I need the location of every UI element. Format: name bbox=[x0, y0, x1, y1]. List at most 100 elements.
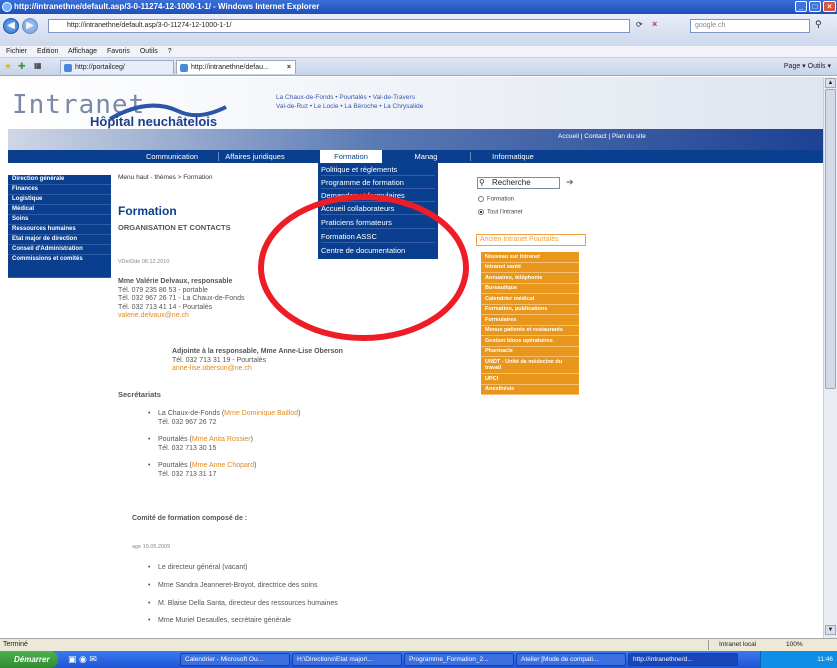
maximize-button[interactable]: □ bbox=[809, 1, 821, 12]
task-atelier[interactable]: Atelier [Mode de compati... bbox=[516, 653, 626, 666]
header-gradient bbox=[8, 129, 823, 150]
link-bureautique[interactable]: Bureautique bbox=[481, 284, 579, 294]
leftnav-direction-generale[interactable]: Direction générale bbox=[8, 175, 111, 185]
task-calendrier[interactable]: Calendrier - Microsoft Ou... bbox=[180, 653, 290, 666]
scroll-down-icon[interactable]: ▼ bbox=[825, 625, 836, 635]
start-button[interactable]: Démarrer bbox=[0, 651, 58, 668]
link-intranet-sante[interactable]: Intranet santé bbox=[481, 263, 579, 273]
scroll-thumb[interactable] bbox=[825, 89, 836, 389]
adjointe-email[interactable]: anne-lise.oberson@ne.ch bbox=[172, 365, 343, 374]
nav-separator bbox=[470, 152, 471, 161]
sites-links[interactable]: La Chaux-de-Fonds • Pourtalès • Val-de-T… bbox=[276, 93, 423, 111]
sites-line-2[interactable]: Val-de-Ruz • Le Locle • La Béroche • La … bbox=[276, 102, 423, 111]
tab-list-icon[interactable]: ▦ bbox=[34, 61, 42, 70]
nav-management[interactable]: Manag bbox=[406, 150, 446, 163]
ancien-intranet-link[interactable]: Ancien Intranet Pourtalès bbox=[476, 234, 586, 246]
sec-person-link[interactable]: Mme Anita Rossier bbox=[192, 436, 251, 443]
top-links[interactable]: Accueil | Contact | Plan du site bbox=[558, 133, 646, 140]
leftnav-ressources-humaines[interactable]: Ressources humaines bbox=[8, 225, 111, 235]
leftnav-commissions[interactable]: Commissions et comités bbox=[8, 255, 111, 278]
radio-formation[interactable]: Formation bbox=[478, 196, 514, 203]
scroll-up-icon[interactable]: ▲ bbox=[825, 78, 836, 88]
responsable-name: Mme Valérie Delvaux, responsable bbox=[118, 278, 233, 285]
favorites-star-icon[interactable]: ★ bbox=[4, 61, 12, 72]
link-nouveau[interactable]: Nouveau sur Intranet bbox=[481, 252, 579, 263]
task-programme[interactable]: Programme_Formation_2... bbox=[404, 653, 514, 666]
leftnav-medical[interactable]: Médical bbox=[8, 205, 111, 215]
menu-help[interactable]: ? bbox=[168, 48, 172, 55]
update-meta: VDe/Dde 08.12.2010 bbox=[118, 259, 170, 265]
refresh-icon[interactable]: ⟳ bbox=[636, 20, 643, 29]
link-calendrier[interactable]: Calendrier médical bbox=[481, 294, 579, 305]
menu-affichage[interactable]: Affichage bbox=[68, 48, 97, 55]
leftnav-logistique[interactable]: Logistique bbox=[8, 195, 111, 205]
dropdown-politique[interactable]: Politique et règlements bbox=[321, 164, 435, 176]
leftnav-soins[interactable]: Soins bbox=[8, 215, 111, 225]
task-ie[interactable]: http://intranethne/d... bbox=[628, 653, 738, 666]
radio-circle bbox=[478, 209, 484, 215]
breadcrumb[interactable]: Menu haut - thèmes > Formation bbox=[118, 174, 212, 181]
search-go-arrow-icon[interactable]: ➔ bbox=[566, 177, 574, 188]
link-blocs[interactable]: Gestion blocs opératoires bbox=[481, 336, 579, 347]
link-anesthesie[interactable]: Anesthésie bbox=[481, 385, 579, 395]
comite-item: Le directeur général (vacant) bbox=[148, 564, 248, 573]
link-upci[interactable]: UPCI bbox=[481, 374, 579, 385]
nav-formation[interactable]: Formation bbox=[320, 150, 382, 163]
menu-favoris[interactable]: Favoris bbox=[107, 48, 130, 55]
window-titlebar: http://intranethne/default.asp/3-0-11274… bbox=[0, 0, 837, 14]
dropdown-accueil[interactable]: Accueil collaborateurs bbox=[321, 203, 435, 215]
stop-icon[interactable]: × bbox=[652, 19, 657, 29]
tab-label: http://intranethne/defau... bbox=[191, 64, 269, 71]
sites-line-1[interactable]: La Chaux-de-Fonds • Pourtalès • Val-de-T… bbox=[276, 93, 423, 102]
dropdown-assc[interactable]: Formation ASSC bbox=[321, 231, 435, 243]
tab-intranethne[interactable]: http://intranethne/defau... × bbox=[176, 60, 296, 74]
back-button[interactable]: ◀ bbox=[3, 18, 19, 34]
link-formulaires[interactable]: Formulaires bbox=[481, 315, 579, 326]
sec-person-link[interactable]: Mme Anne Chopard bbox=[192, 462, 254, 469]
tab-close-icon[interactable]: × bbox=[287, 61, 291, 74]
link-undt[interactable]: UNDT - Unité de médecine du travail bbox=[481, 357, 579, 374]
leftnav-finances[interactable]: Finances bbox=[8, 185, 111, 195]
clock[interactable]: 11:46 bbox=[817, 656, 833, 663]
adjointe-tel: Tél. 032 713 31 19 - Pourtalès bbox=[172, 356, 267, 364]
command-bar[interactable]: Page ▾ Outils ▾ bbox=[784, 61, 831, 73]
task-explorer[interactable]: H:\Directions\Etat major\... bbox=[292, 653, 402, 666]
dropdown-programme[interactable]: Programme de formation bbox=[321, 177, 435, 189]
radio-tout-intranet[interactable]: Tout l'intranet bbox=[478, 209, 523, 216]
page-title: Formation bbox=[118, 204, 177, 218]
leftnav-etat-major[interactable]: Etat major de direction bbox=[8, 235, 111, 245]
nav-informatique[interactable]: Informatique bbox=[478, 150, 548, 163]
page-icon bbox=[64, 64, 72, 72]
dropdown-documentation[interactable]: Centre de documentation bbox=[321, 245, 435, 257]
menu-outils[interactable]: Outils bbox=[140, 48, 158, 55]
page-scrollbar[interactable]: ▲ ▼ bbox=[823, 77, 837, 638]
leftnav-conseil[interactable]: Conseil d'Administration bbox=[8, 245, 111, 255]
link-annuaires[interactable]: Annuaires, téléphonie bbox=[481, 273, 579, 284]
minimize-button[interactable]: _ bbox=[795, 1, 807, 12]
address-bar[interactable]: http://intranethne/default.asp/3-0-11274… bbox=[48, 19, 630, 33]
forward-button[interactable]: ▶ bbox=[22, 18, 38, 34]
radio-label: Tout l'intranet bbox=[487, 209, 523, 216]
nav-affaires-juridiques[interactable]: Affaires juridiques bbox=[219, 150, 291, 163]
site-search-input[interactable]: Recherche bbox=[477, 177, 560, 189]
link-formation-publications[interactable]: Formation, publications bbox=[481, 305, 579, 315]
search-icon[interactable]: ⚲ bbox=[815, 19, 822, 30]
responsable-email[interactable]: valerie.delvaux@ne.ch bbox=[118, 312, 244, 321]
search-input[interactable]: google.ch bbox=[690, 19, 810, 33]
menu-fichier[interactable]: Fichier bbox=[6, 48, 27, 55]
sec-place: Pourtalès ( bbox=[158, 462, 192, 469]
dropdown-demandes[interactable]: Demandes et formulaires bbox=[321, 190, 435, 202]
link-pharmacie[interactable]: Pharmacie bbox=[481, 347, 579, 357]
add-favorite-icon[interactable]: ✚ bbox=[18, 61, 26, 72]
tab-portailceg[interactable]: http://portailceg/ bbox=[60, 60, 174, 74]
sec-person-link[interactable]: Mme Dominique Baillod bbox=[224, 410, 298, 417]
menu-edition[interactable]: Edition bbox=[37, 48, 58, 55]
responsable-tel-2: Tél. 032 967 26 71 - La Chaux-de-Fonds bbox=[118, 295, 245, 302]
quick-links: Nouveau sur Intranet Intranet santé Annu… bbox=[481, 252, 579, 395]
close-button[interactable]: × bbox=[823, 1, 836, 12]
link-menus[interactable]: Menus patients et restaurants bbox=[481, 326, 579, 336]
quicklaunch-icons[interactable]: ▣ ◉ ✉ bbox=[68, 654, 97, 665]
dropdown-praticiens[interactable]: Praticiens formateurs bbox=[321, 217, 435, 229]
zoom-level[interactable]: 100% bbox=[786, 640, 803, 650]
nav-communication[interactable]: Communication bbox=[126, 150, 218, 163]
